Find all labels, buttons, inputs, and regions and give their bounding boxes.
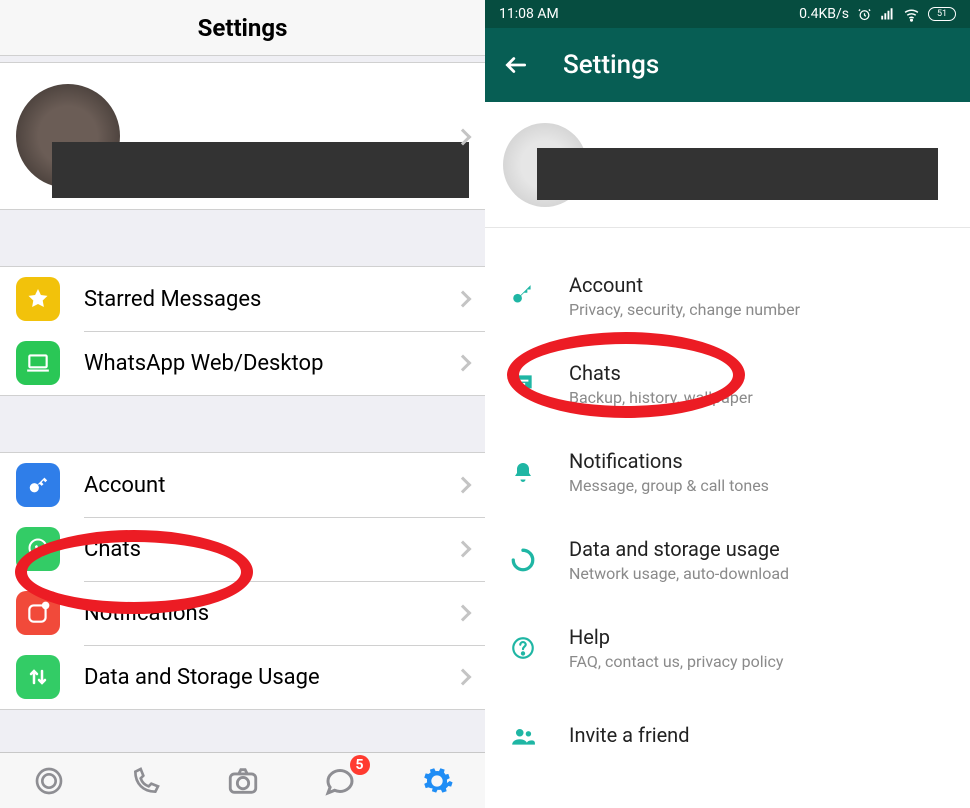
row-label: Data and Storage Usage xyxy=(84,665,457,690)
data-storage-row[interactable]: Data and Storage Usage xyxy=(0,645,485,709)
whatsapp-web-row[interactable]: WhatsApp Web/Desktop xyxy=(0,331,485,395)
status-netspeed: 0.4KB/s xyxy=(799,6,849,22)
row-subtitle: Network usage, auto-download xyxy=(569,564,789,583)
chevron-right-icon xyxy=(455,605,472,622)
help-icon xyxy=(507,632,539,664)
battery-icon: 51 xyxy=(928,7,956,21)
row-subtitle: Message, group & call tones xyxy=(569,476,769,495)
data-storage-row[interactable]: Data and storage usage Network usage, au… xyxy=(485,516,970,604)
chat-icon xyxy=(507,368,539,400)
notifications-row[interactable]: Notifications xyxy=(0,581,485,645)
starred-messages-row[interactable]: Starred Messages xyxy=(0,267,485,331)
settings-group-2: Account Chats Notifications Data and Sto… xyxy=(0,452,485,710)
row-label: WhatsApp Web/Desktop xyxy=(84,351,457,376)
row-title: Data and storage usage xyxy=(569,537,789,561)
profile-row[interactable] xyxy=(0,62,485,210)
key-icon xyxy=(507,280,539,312)
key-icon xyxy=(16,463,60,507)
star-icon xyxy=(16,277,60,321)
account-row[interactable]: Account Privacy, security, change number xyxy=(485,252,970,340)
chats-row[interactable]: Chats xyxy=(0,517,485,581)
row-label: Chats xyxy=(84,537,457,562)
tab-camera[interactable] xyxy=(223,761,263,801)
help-row[interactable]: Help FAQ, contact us, privacy policy xyxy=(485,604,970,692)
redacted-name xyxy=(52,142,469,198)
whatsapp-icon xyxy=(16,527,60,571)
battery-level: 51 xyxy=(928,7,956,21)
tab-status[interactable] xyxy=(29,761,69,801)
ios-header: Settings xyxy=(0,0,485,56)
status-time: 11:08 AM xyxy=(499,6,559,22)
page-title: Settings xyxy=(563,50,659,80)
row-label: Starred Messages xyxy=(84,287,457,312)
back-button[interactable] xyxy=(503,52,529,78)
row-title: Account xyxy=(569,273,800,297)
chevron-right-icon xyxy=(455,669,472,686)
app-badge-icon xyxy=(16,591,60,635)
settings-group-1: Starred Messages WhatsApp Web/Desktop xyxy=(0,266,485,396)
redacted-name xyxy=(537,148,938,200)
row-subtitle: FAQ, contact us, privacy policy xyxy=(569,652,783,671)
chats-row[interactable]: Chats Backup, history, wallpaper xyxy=(485,340,970,428)
tab-chats[interactable]: 5 xyxy=(320,761,360,801)
chat-badge: 5 xyxy=(350,755,370,775)
page-title: Settings xyxy=(198,14,288,42)
profile-row[interactable] xyxy=(485,102,970,228)
row-title: Help xyxy=(569,625,783,649)
android-statusbar: 11:08 AM 0.4KB/s 51 xyxy=(485,0,970,28)
tab-settings[interactable] xyxy=(417,761,457,801)
signal-icon xyxy=(880,7,895,22)
row-subtitle: Privacy, security, change number xyxy=(569,300,800,319)
data-usage-icon xyxy=(507,544,539,576)
row-subtitle: Backup, history, wallpaper xyxy=(569,388,753,407)
notifications-row[interactable]: Notifications Message, group & call tone… xyxy=(485,428,970,516)
android-settings-screen: 11:08 AM 0.4KB/s 51 Settings Account xyxy=(485,0,970,808)
settings-list: Account Privacy, security, change number… xyxy=(485,228,970,780)
laptop-icon xyxy=(16,341,60,385)
row-title: Notifications xyxy=(569,449,769,473)
chevron-right-icon xyxy=(455,291,472,308)
row-label: Notifications xyxy=(84,601,457,626)
bell-icon xyxy=(507,456,539,488)
row-title: Chats xyxy=(569,361,753,385)
people-icon xyxy=(507,720,539,752)
ios-tabbar: 5 xyxy=(0,752,485,808)
android-appbar: Settings xyxy=(485,28,970,102)
ios-settings-screen: Settings Starred Messages WhatsApp Web/D… xyxy=(0,0,485,808)
chevron-right-icon xyxy=(455,541,472,558)
row-label: Account xyxy=(84,473,457,498)
wifi-icon xyxy=(903,6,920,23)
row-title: Invite a friend xyxy=(569,723,690,747)
account-row[interactable]: Account xyxy=(0,453,485,517)
updown-arrows-icon xyxy=(16,655,60,699)
chevron-right-icon xyxy=(455,355,472,372)
chevron-right-icon xyxy=(455,477,472,494)
tab-calls[interactable] xyxy=(126,761,166,801)
alarm-icon xyxy=(857,7,872,22)
invite-friend-row[interactable]: Invite a friend xyxy=(485,692,970,780)
